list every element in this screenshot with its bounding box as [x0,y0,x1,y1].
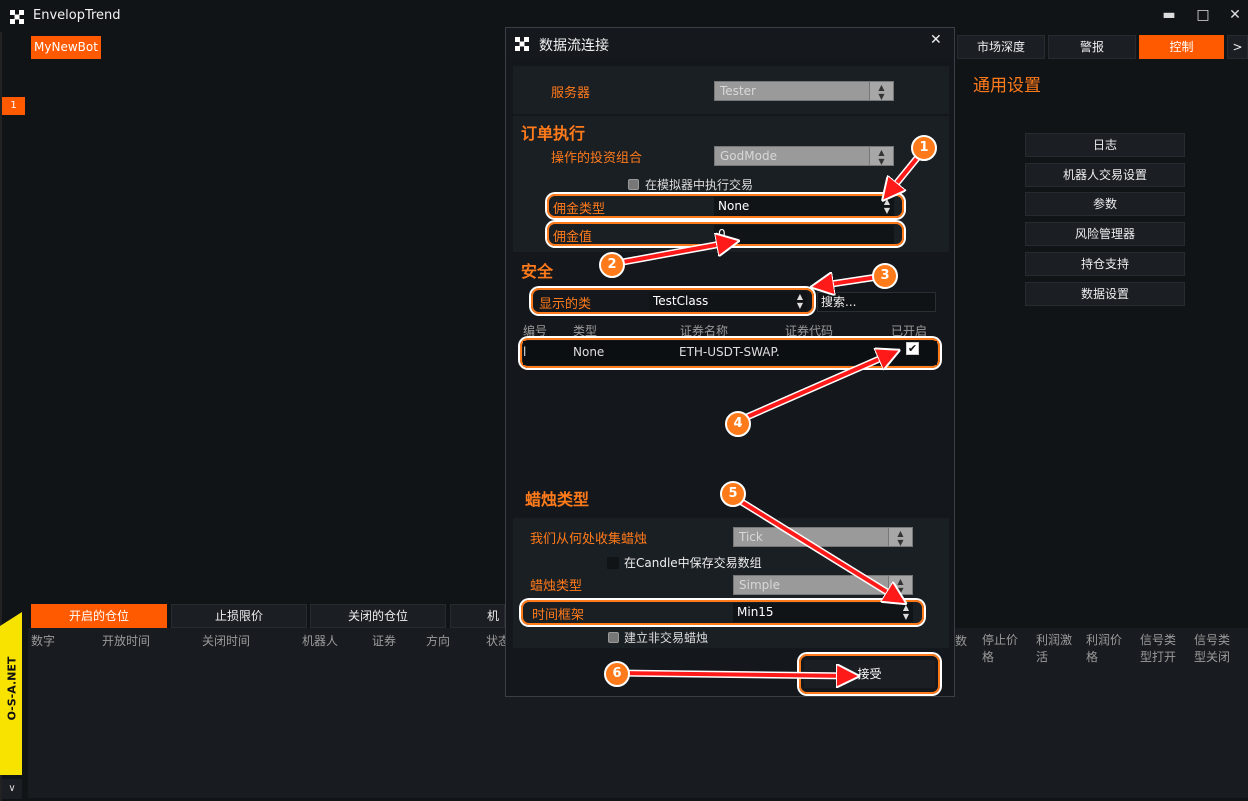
candle-type-label: 蜡烛类型 [530,579,583,594]
callout-badge: 3 [872,263,898,289]
class-value: TestClass [653,294,709,308]
table-header-name: 证券名称 [680,324,729,338]
table-header-type: 类型 [573,324,598,338]
col-direction: 方向 [426,634,451,648]
close-window-button[interactable]: ✕ [1221,4,1248,26]
data-settings-button[interactable]: 数据设置 [1025,282,1185,306]
left-tab-marker[interactable]: 1 [2,97,25,115]
security-section-title: 安全 [521,262,554,281]
callout-badge: 5 [720,481,746,507]
candle-type-select[interactable]: Simple ▲ ▼ [733,575,913,595]
row-name: ETH-USDT-SWAP. [679,345,780,359]
non-trading-checkbox[interactable] [608,632,619,643]
col-profit-activation: 利润激活 [1036,633,1073,664]
candle-source-label: 我们从何处收集蜡烛 [530,532,648,547]
risk-manager-button[interactable]: 风险管理器 [1025,222,1185,246]
callout-badge: 2 [599,252,625,278]
commission-type-select[interactable]: None ▲ ▼ [714,197,894,216]
col-profit-price: 利润价格 [1086,633,1123,664]
spin-icon: ▲ ▼ [888,576,912,595]
osa-brand-tab[interactable]: O-S-A.NET [0,612,22,775]
tab-closed-positions[interactable]: 关闭的仓位 [310,604,446,628]
col-security: 证券 [372,634,397,648]
tab-open-positions[interactable]: 开启的仓位 [31,604,167,628]
dialog-close-button[interactable]: ✕ [930,32,942,48]
server-value: Tester [720,84,756,98]
spin-icon: ▲ ▼ [883,197,890,215]
dialog-header: 数据流连接 ✕ [506,28,954,58]
brand-text: O-S-A.NET [5,656,19,721]
accept-button[interactable]: 接受 [804,660,935,688]
emulator-label: 在模拟器中执行交易 [645,178,754,192]
collapse-button[interactable]: ∨ [2,779,22,799]
app-logo-icon [10,10,24,24]
portfolio-value: GodMode [720,149,777,163]
commission-type-value: None [718,199,750,213]
portfolio-label: 操作的投资组合 [551,151,643,166]
tab-more-arrow[interactable]: > [1227,35,1248,59]
candle-type-value: Simple [739,578,780,592]
emulator-checkbox[interactable] [628,179,639,190]
row-type: None [573,345,605,359]
dialog-logo-icon [515,37,529,51]
spin-icon: ▲ ▼ [869,82,893,101]
callout-badge: 4 [725,411,751,437]
portfolio-select[interactable]: GodMode ▲ ▼ [714,146,894,166]
position-support-button[interactable]: 持仓支持 [1025,252,1185,276]
table-row[interactable]: l None ETH-USDT-SWAP. ✔ [523,341,937,365]
col-signal-close: 信号类 型关闭 [1194,633,1231,664]
app-title: EnvelopTrend [33,8,121,23]
col-close-time: 关闭时间 [202,634,251,648]
server-label: 服务器 [551,86,591,101]
table-header-number: 编号 [523,324,548,338]
tab-bot[interactable]: 机器 [450,604,505,628]
parameters-button[interactable]: 参数 [1025,192,1185,216]
candle-section-title: 蜡烛类型 [525,490,590,509]
timeframe-select[interactable]: Min15 ▲ ▼ [733,603,913,622]
general-settings-title: 通用设置 [973,76,1041,96]
table-header-enabled: 已开启 [891,324,928,338]
bot-tab[interactable]: MyNewBot [31,36,101,59]
candle-source-value: Tick [739,530,763,544]
spin-icon: ▲ ▼ [869,147,893,166]
spin-icon: ▲ ▼ [902,603,909,621]
order-section-title: 订单执行 [521,124,586,143]
col-partial: 数 [955,634,968,648]
table-header-code: 证券代码 [785,324,834,338]
enabled-checkbox[interactable]: ✔ [906,342,919,355]
tab-stop-limits[interactable]: 止损限价 [171,604,307,628]
dialog-title: 数据流连接 [539,38,609,54]
tab-alerts[interactable]: 警报 [1048,35,1136,59]
col-stop-price: 停止价格 [982,633,1019,664]
tab-market-depth[interactable]: 市场深度 [957,35,1045,59]
minimize-button[interactable]: ▬ [1155,4,1183,26]
col-open-time: 开放时间 [102,634,151,648]
class-select[interactable]: TestClass ▲ ▼ [649,292,807,311]
col-signal-open: 信号类 型打开 [1140,633,1177,664]
commission-value-label: 佣金值 [553,230,593,245]
bot-trade-settings-button[interactable]: 机器人交易设置 [1025,163,1185,187]
row-number: l [523,345,527,359]
data-stream-dialog: 数据流连接 ✕ 服务器 Tester ▲ ▼ 订单执行 操作的投资组合 GodMod… [505,27,955,697]
callout-badge: 6 [604,661,630,687]
timeframe-value: Min15 [737,605,774,619]
timeframe-label: 时间框架 [532,608,585,623]
log-button[interactable]: 日志 [1025,133,1185,157]
tab-control[interactable]: 控制 [1139,35,1224,59]
spin-icon: ▲ ▼ [888,528,912,547]
non-trading-label: 建立非交易蜡烛 [624,631,709,645]
col-number: 数字 [31,634,56,648]
col-bot: 机器人 [302,634,339,648]
save-trades-checkbox[interactable] [607,557,619,569]
commission-value-input[interactable]: 0 [714,225,894,244]
search-input[interactable]: 搜索... [817,292,936,312]
class-label: 显示的类 [539,297,592,312]
server-select[interactable]: Tester ▲ ▼ [714,81,894,101]
spin-icon: ▲ ▼ [796,292,803,310]
commission-type-label: 佣金类型 [553,202,606,217]
candle-source-select[interactable]: Tick ▲ ▼ [733,527,913,547]
maximize-button[interactable]: □ [1189,4,1217,26]
callout-badge: 1 [911,135,937,161]
save-trades-label: 在Candle中保存交易数组 [624,556,762,570]
